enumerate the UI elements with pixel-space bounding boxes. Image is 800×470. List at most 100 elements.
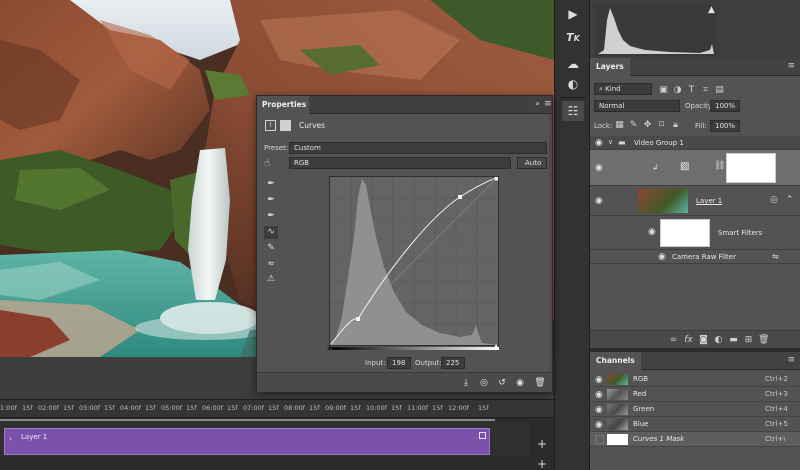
lock-all-icon[interactable]: 🔒︎ [670,120,681,130]
add-media-button[interactable]: + [537,437,547,451]
white-input-slider[interactable]: ▲ [493,342,499,351]
play-icon[interactable]: ▶ [562,4,584,24]
preset-select[interactable]: Custom [289,142,547,154]
warning-icon[interactable]: ▲ [708,5,715,15]
clip-to-layer-icon[interactable]: ⤓ [459,377,473,389]
collapse-icon[interactable]: ⌃ [786,195,794,205]
layer-row-group[interactable]: ◉ ∨ ▬ Video Group 1 [590,136,800,150]
layer-name: Layer 1 [696,197,723,205]
visibility-eye-icon[interactable]: ◉ [595,420,603,430]
lock-artboard-icon[interactable]: ⌑ [656,120,667,130]
delete-adjustment-icon[interactable]: 🗑︎ [533,377,547,389]
visibility-eye-icon[interactable]: ◉ [595,196,603,206]
new-group-icon[interactable]: ▬ [728,335,739,345]
group-expand-icon[interactable]: ∨ [608,138,613,146]
gray-point-eyedropper-icon[interactable]: ✒ [264,194,278,207]
new-adjustment-icon[interactable]: ◐ [713,335,724,345]
work-area-bar[interactable] [0,419,495,421]
layer-row-layer1[interactable]: ◉ Layer 1 ◎ ⌃ [590,186,800,216]
clipping-warning-icon[interactable]: ⚠ [264,273,278,286]
layer-row-camera-raw[interactable]: ◉ Camera Raw Filter ⇋ [590,250,800,264]
curves-graph[interactable] [329,175,500,346]
timeline-panel: 1:00f 15f 02:00f 15f 03:00f 15f 04:00f 1… [0,399,554,470]
black-input-slider[interactable]: ▲ [327,342,333,351]
visibility-eye-icon[interactable]: ◉ [595,405,603,415]
lock-position-icon[interactable]: ✥ [642,120,653,130]
reset-icon[interactable]: ↺ [495,377,509,389]
clip-options-icon[interactable] [479,432,486,439]
lock-transparent-icon[interactable]: ▦ [614,120,625,130]
visibility-eye-icon[interactable]: ◉ [595,375,603,385]
visibility-eye-icon[interactable]: ◉ [595,138,603,148]
target-adjust-icon[interactable]: ☝ [264,158,270,169]
delete-layer-icon[interactable]: 🗑︎ [758,335,769,345]
collapse-panel-icon[interactable]: » [535,99,540,108]
channel-select[interactable]: RGB [289,157,511,169]
curves-adjustment-icon[interactable]: ⌇ [265,120,276,131]
tab-properties[interactable]: Properties [257,96,309,114]
channel-row-blue[interactable]: ◉ Blue Ctrl+5 [590,417,800,432]
filter-smart-object-icon[interactable]: ▤ [714,85,725,95]
channel-row-rgb[interactable]: ◉ RGB Ctrl+2 [590,372,800,387]
visibility-eye-icon[interactable]: ◉ [595,390,603,400]
fx-icon[interactable]: fx [683,335,694,345]
panel-menu-icon[interactable]: ≡ [787,61,795,71]
visibility-eye-icon[interactable]: ◉ [648,227,656,237]
tab-layers[interactable]: Layers [590,58,630,76]
add-track-button[interactable]: + [537,457,547,470]
mask-icon[interactable] [280,120,291,131]
lock-pixels-icon[interactable]: ✎ [628,120,639,130]
timeline-ruler[interactable]: 1:00f 15f 02:00f 15f 03:00f 15f 04:00f 1… [0,400,554,418]
input-value-field[interactable]: 198 [387,357,411,369]
layer-row-curves[interactable]: ◉ ↲ ▨ ⛓ [590,150,800,186]
view-previous-state-icon[interactable]: ◎ [477,377,491,389]
ruler-tick: 08:00f [284,404,306,412]
new-layer-icon[interactable]: ⊞ [743,335,754,345]
smart-filter-mask[interactable] [660,219,710,247]
visibility-toggle-empty[interactable] [595,435,604,444]
opacity-input[interactable]: 100% [710,100,740,112]
adjustments-icon[interactable]: ◐ [562,74,584,94]
visibility-eye-icon[interactable]: ◉ [658,252,666,262]
filter-adjustment-icon[interactable]: ◑ [672,85,683,95]
fill-input[interactable]: 100% [710,120,740,132]
channel-row-green[interactable]: ◉ Green Ctrl+4 [590,402,800,417]
output-value-field[interactable]: 225 [441,357,465,369]
blend-mode-select[interactable]: Normal [594,100,680,112]
curve-edit-points-icon[interactable]: ∿ [264,226,278,239]
add-mask-icon[interactable]: ◙ [698,335,709,345]
panel-menu-icon[interactable]: ≡ [544,99,552,109]
ruler-tick: 15f [268,404,279,412]
properties-tabbar[interactable]: Properties » ≡ [257,96,552,114]
tab-channels[interactable]: Channels [590,352,641,370]
layer-row-smart-filters[interactable]: ◉ Smart Filters [590,216,800,250]
link-layers-icon[interactable]: ∞ [668,335,679,345]
ruler-tick: 11:00f [407,404,429,412]
white-point-eyedropper-icon[interactable]: ✒ [264,210,278,223]
properties-scrollbar[interactable] [549,114,552,372]
visibility-eye-icon[interactable]: ◉ [595,163,603,173]
ruler-tick: 10:00f [366,404,388,412]
panel-title: Curves [299,121,326,130]
filter-options-icon[interactable]: ⇋ [772,252,779,261]
clip-expand-icon[interactable]: › [9,435,12,443]
filter-shape-icon[interactable]: ⌗ [700,85,711,95]
channel-row-mask[interactable]: Curves 1 Mask Ctrl+\ [590,432,800,447]
filter-type-icon[interactable]: T [686,85,697,95]
pencil-draw-icon[interactable]: ✎ [264,242,278,255]
curves-plot [329,175,500,346]
toggle-visibility-icon[interactable]: ◉ [513,377,527,389]
character-panel-icon[interactable]: TK [562,28,584,48]
black-point-eyedropper-icon[interactable]: ✒ [264,178,278,191]
channel-row-red[interactable]: ◉ Red Ctrl+3 [590,387,800,402]
video-clip[interactable]: › Layer 1 [4,428,490,455]
properties-panel-icon[interactable]: ☷ [562,101,584,121]
layer-filter-select[interactable]: ⌕ Kind [594,83,652,95]
filter-pixel-icon[interactable]: ▣ [658,85,669,95]
libraries-icon[interactable]: ☁ [562,54,584,74]
panel-menu-icon[interactable]: ≡ [787,355,795,365]
layer-mask-thumbnail[interactable] [726,153,776,183]
smooth-curve-icon[interactable]: ≈ [264,258,278,271]
mask-link-icon[interactable]: ⛓ [714,161,725,171]
auto-button[interactable]: Auto [517,157,547,169]
